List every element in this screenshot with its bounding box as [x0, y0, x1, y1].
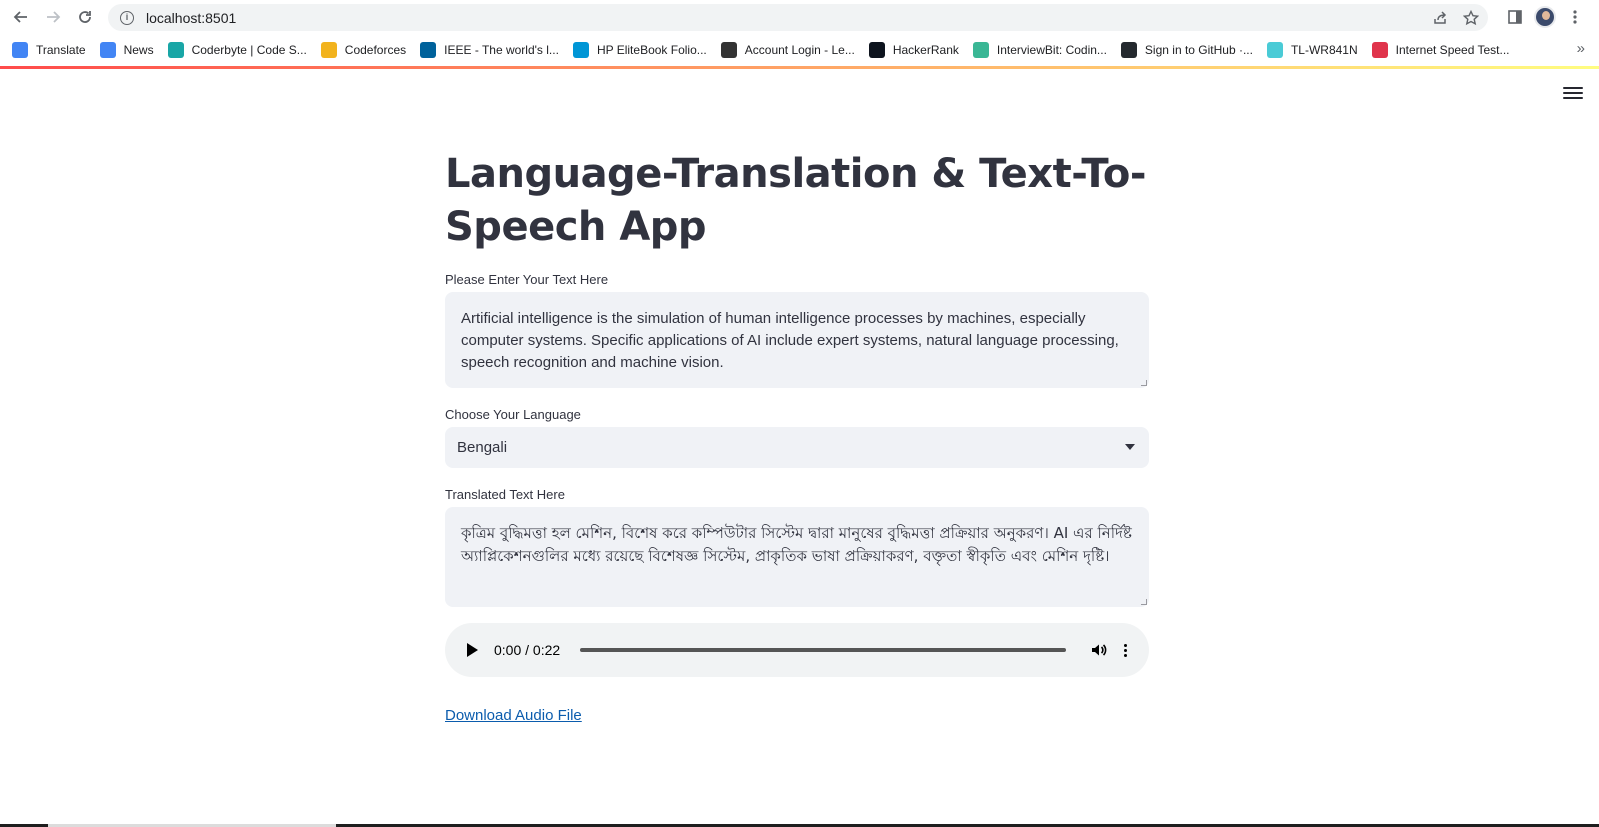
play-icon[interactable] — [467, 643, 478, 657]
hp-icon — [572, 42, 589, 58]
more-bookmarks-icon[interactable]: » — [1577, 40, 1585, 57]
bookmark-star-icon[interactable] — [1463, 4, 1479, 31]
bookmark-item[interactable]: IEEE - The world's l... — [420, 42, 559, 58]
interviewbit-icon — [972, 42, 989, 58]
forward-icon[interactable] — [41, 5, 65, 29]
audio-options-icon[interactable] — [1124, 643, 1128, 657]
side-panel-icon[interactable] — [1503, 5, 1527, 29]
profile-avatar[interactable] — [1533, 5, 1557, 29]
bookmark-item[interactable]: Internet Speed Test... — [1371, 42, 1510, 58]
translated-textarea[interactable]: কৃত্রিম বুদ্ধিমত্তা হল মেশিন, বিশেষ করে … — [445, 507, 1149, 607]
bookmark-label: HackerRank — [892, 43, 959, 57]
bookmark-item[interactable]: InterviewBit: Codin... — [972, 42, 1107, 58]
translated-textarea-value[interactable]: কৃত্রিম বুদ্ধিমত্তা হল মেশিন, বিশেষ করে … — [461, 524, 1132, 565]
input-text-label: Please Enter Your Text Here — [445, 272, 609, 287]
volume-icon[interactable] — [1088, 639, 1110, 661]
bookmark-label: IEEE - The world's l... — [444, 43, 559, 57]
bookmark-label: Translate — [36, 43, 86, 57]
language-selected-value[interactable]: Bengali — [457, 439, 507, 456]
bookmarks-bar: Translate News Coderbyte | Code S... Codefo… — [0, 34, 1599, 66]
lenovo-icon — [720, 42, 737, 58]
codeforces-icon — [320, 42, 337, 58]
tplink-icon — [1266, 42, 1283, 58]
bookmark-item[interactable]: Codeforces — [320, 42, 407, 58]
bookmark-label: Coderbyte | Code S... — [191, 43, 307, 57]
bookmark-item[interactable]: HP EliteBook Folio... — [572, 42, 707, 58]
download-audio-link[interactable]: Download Audio File — [445, 707, 582, 724]
bookmark-label: Account Login - Le... — [744, 43, 855, 57]
site-info-icon[interactable]: i — [120, 10, 134, 25]
translated-text-label: Translated Text Here — [445, 487, 565, 502]
reload-icon[interactable] — [73, 5, 97, 29]
chevron-down-icon[interactable] — [1125, 444, 1135, 450]
bookmark-item[interactable]: HackerRank — [868, 42, 959, 58]
bookmark-label: Codeforces — [344, 43, 407, 57]
resize-handle-icon[interactable] — [1141, 599, 1147, 605]
bookmark-item[interactable]: TL-WR841N — [1266, 42, 1358, 58]
audio-player[interactable]: 0:00 / 0:22 — [445, 623, 1149, 677]
main-content: Language-Translation & Text-To-Speech Ap… — [445, 148, 1149, 725]
hamburger-menu-icon[interactable] — [1563, 84, 1583, 102]
browser-toolbar: i localhost:8501 — [0, 0, 1599, 34]
bookmark-item[interactable]: Account Login - Le... — [720, 42, 855, 58]
bookmark-label: TL-WR841N — [1290, 43, 1358, 57]
share-icon[interactable] — [1432, 4, 1448, 31]
resize-handle-icon[interactable] — [1141, 380, 1147, 386]
input-textarea[interactable]: Artificial intelligence is the simulatio… — [445, 292, 1149, 388]
input-textarea-value[interactable]: Artificial intelligence is the simulatio… — [461, 310, 1119, 371]
audio-progress-track[interactable] — [580, 648, 1067, 652]
hackerrank-icon — [868, 42, 885, 58]
bookmark-item[interactable]: Translate — [12, 42, 86, 58]
bookmark-label: HP EliteBook Folio... — [596, 43, 707, 57]
bookmark-item[interactable]: Sign in to GitHub ·... — [1120, 42, 1253, 58]
bookmark-item[interactable]: News — [99, 42, 154, 58]
page-title: Language-Translation & Text-To-Speech Ap… — [445, 151, 1146, 250]
speedtest-icon — [1371, 42, 1388, 58]
bookmark-label: News — [123, 43, 154, 57]
ieee-icon — [420, 42, 437, 58]
bookmark-label: Internet Speed Test... — [1395, 43, 1510, 57]
bookmark-item[interactable]: Coderbyte | Code S... — [167, 42, 307, 58]
language-label: Choose Your Language — [445, 407, 581, 422]
github-icon — [1120, 42, 1137, 58]
google-news-icon — [99, 42, 116, 58]
app-decoration-bar — [0, 66, 1599, 69]
back-icon[interactable] — [9, 5, 33, 29]
bookmark-label: Sign in to GitHub ·... — [1144, 43, 1253, 57]
bookmark-label: InterviewBit: Codin... — [996, 43, 1107, 57]
browser-menu-icon[interactable] — [1563, 5, 1587, 29]
coderbyte-icon — [167, 42, 184, 58]
address-bar[interactable]: i localhost:8501 — [108, 4, 1488, 31]
google-translate-icon — [12, 42, 28, 58]
language-select[interactable]: Bengali — [445, 427, 1149, 468]
address-url[interactable]: localhost:8501 — [146, 10, 236, 26]
audio-time: 0:00 / 0:22 — [494, 642, 561, 658]
